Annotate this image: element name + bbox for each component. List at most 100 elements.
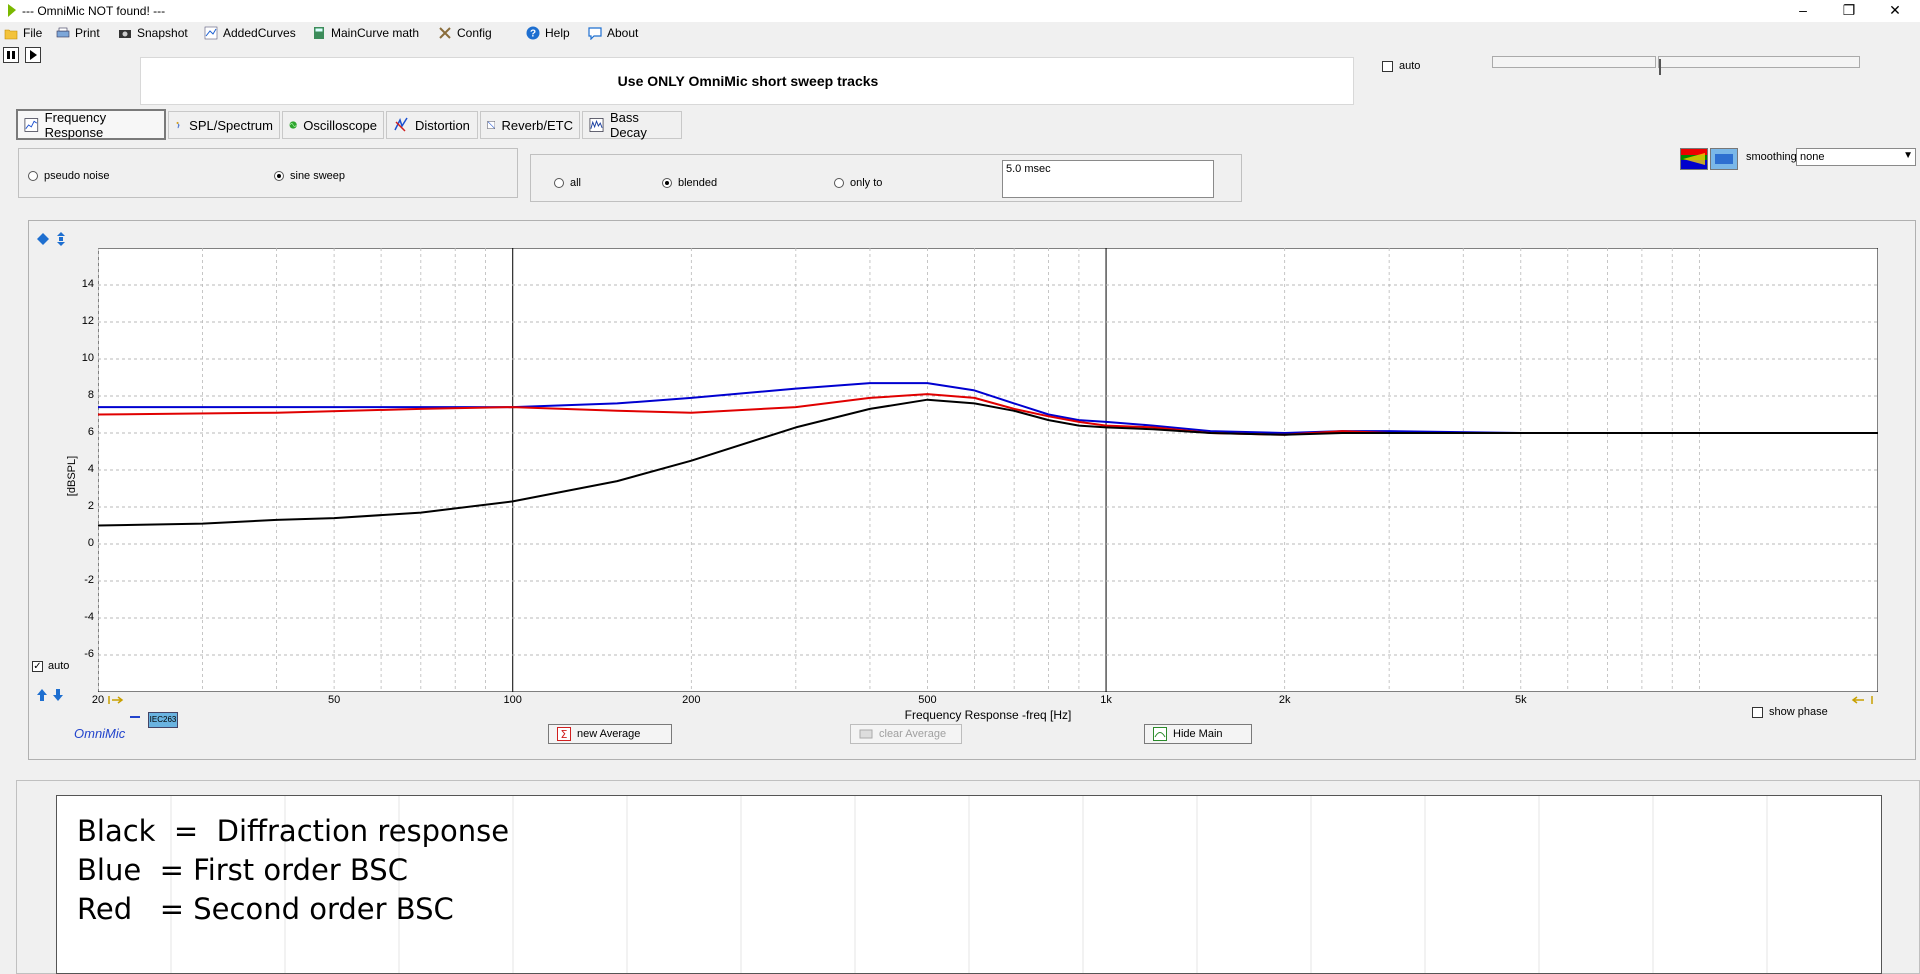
clear-average-button[interactable]: clear Average [850, 724, 962, 744]
radio-circle[interactable] [554, 178, 564, 188]
camera-icon [119, 30, 131, 38]
note-line-red: Red = Second order BSC [77, 892, 454, 926]
radio-circle-selected[interactable] [662, 178, 672, 188]
window-title: --- OmniMic NOT found! --- [22, 4, 166, 18]
gating-blended-radio[interactable]: blended [662, 177, 717, 189]
tab-frequency-response[interactable]: Frequency Response [16, 109, 166, 140]
pseudo-noise-radio[interactable]: pseudo noise [28, 170, 109, 182]
x-pan-left-control[interactable] [108, 694, 128, 709]
pause-icon [7, 51, 15, 59]
x-pan-right-control[interactable] [1850, 694, 1876, 709]
rainbow-icon [1683, 153, 1705, 165]
close-icon[interactable]: ✕ [1872, 0, 1918, 22]
overlay-button[interactable] [1710, 148, 1738, 170]
help-icon: ? [526, 26, 540, 40]
tab-spl-spectrum[interactable]: SPL/Spectrum [168, 111, 280, 139]
svg-text:Σ: Σ [561, 728, 568, 741]
x-tick-label: 5k [1514, 694, 1527, 706]
gating-only-to-label: only to [850, 177, 883, 189]
graph-auto-checkbox[interactable]: ✓ [32, 660, 43, 672]
zoom-horizontal-icon[interactable] [36, 232, 50, 246]
graph-auto-checkbox-row[interactable]: ✓ auto [32, 660, 69, 672]
menu-file[interactable]: File [4, 24, 42, 42]
restore-icon[interactable]: ❐ [1826, 0, 1872, 22]
radio-circle-selected[interactable] [274, 171, 284, 181]
printer-icon [56, 27, 70, 38]
button-label: clear Average [879, 728, 947, 740]
gate-time-input[interactable]: 5.0 msec [1002, 160, 1214, 198]
tab-label: Distortion [415, 117, 470, 133]
frequency-response-chart[interactable] [98, 248, 1878, 692]
folder-icon [4, 29, 18, 40]
x-tick-label: 2k [1278, 694, 1291, 706]
color-palette-button[interactable] [1680, 148, 1708, 170]
sine-sweep-radio[interactable]: sine sweep [274, 170, 345, 182]
radio-circle[interactable] [28, 171, 38, 181]
menu-label: Help [545, 26, 570, 40]
sine-sweep-label: sine sweep [290, 170, 346, 182]
top-auto-checkbox[interactable] [1382, 60, 1393, 72]
top-auto-checkbox-row[interactable]: auto [1382, 60, 1420, 72]
menu-maincurve-math[interactable]: MainCurve math [312, 24, 419, 42]
tab-label: Bass Decay [610, 110, 647, 140]
menu-snapshot[interactable]: Snapshot [118, 24, 188, 42]
gating-all-radio[interactable]: all [554, 177, 581, 189]
frequency-response-icon [24, 117, 39, 132]
menu-help[interactable]: ? Help [526, 24, 570, 42]
show-phase-checkbox[interactable] [1752, 706, 1763, 718]
y-tick-label: 6 [87, 426, 94, 438]
tab-oscilloscope[interactable]: Oscilloscope [282, 111, 384, 139]
arrow-up-icon[interactable] [36, 688, 48, 702]
y-tick-label: -6 [84, 648, 94, 660]
tab-distortion[interactable]: Distortion [386, 111, 478, 139]
y-axis-label-wrap: [dBSPL] [62, 456, 86, 496]
radio-circle[interactable] [834, 178, 844, 188]
menu-about[interactable]: About [588, 24, 638, 42]
header-banner: Use ONLY OmniMic short sweep tracks [140, 57, 1354, 105]
tab-label: Oscilloscope [303, 117, 377, 133]
y-tick-label: 12 [81, 315, 94, 327]
speech-bubble-icon [588, 27, 602, 40]
tab-reverb-etc[interactable]: Reverb/ETC [480, 111, 580, 139]
chevron-down-icon: ▼ [1903, 150, 1913, 161]
tab-label: SPL/Spectrum [189, 117, 273, 133]
x-axis-label: Frequency Response -freq [Hz] [904, 708, 1072, 722]
graph-zoom-controls [36, 232, 68, 246]
top-auto-label: auto [1399, 60, 1421, 72]
svg-text:?: ? [530, 29, 536, 40]
zoom-vertical-icon[interactable] [54, 232, 68, 246]
y-scroll-controls [36, 688, 64, 702]
menu-config[interactable]: Config [438, 24, 492, 42]
level-slider-right[interactable] [1658, 56, 1860, 75]
smoothing-select[interactable]: none ▼ [1796, 148, 1916, 166]
distortion-icon [394, 117, 408, 132]
gating-only-to-radio[interactable]: only to [834, 177, 882, 189]
tab-bass-decay[interactable]: Bass Decay [582, 110, 682, 140]
oscilloscope-icon [289, 121, 297, 129]
spl-meter-icon [176, 121, 180, 129]
menu-addedcurves[interactable]: AddedCurves [204, 24, 296, 42]
minimize-icon[interactable]: – [1780, 0, 1826, 22]
notes-text-area[interactable]: Black = Diffraction response Blue = Firs… [56, 795, 1882, 974]
hide-main-button[interactable]: Hide Main [1144, 724, 1252, 744]
pause-button[interactable] [3, 47, 19, 63]
pseudo-noise-label: pseudo noise [44, 170, 110, 182]
omnimic-label: OmniMic [74, 726, 126, 741]
x-tick-label: 500 [918, 694, 937, 706]
bass-decay-icon [589, 118, 604, 132]
new-average-button[interactable]: Σ new Average [548, 724, 672, 744]
menu-label: AddedCurves [223, 26, 296, 40]
play-button[interactable] [25, 47, 41, 63]
slider-thumb[interactable] [1659, 59, 1661, 75]
arrow-down-icon[interactable] [52, 688, 64, 702]
x-tick-label: 100 [503, 694, 522, 706]
calibration-badge[interactable]: IEC263 [148, 712, 178, 728]
x-tick-label: 1k [1100, 694, 1112, 706]
app-icon [8, 4, 16, 17]
level-slider-left[interactable] [1492, 56, 1656, 68]
tab-label: Frequency Response [44, 109, 107, 140]
show-phase-checkbox-row[interactable]: show phase [1752, 706, 1828, 718]
pan-right-icon [1851, 696, 1873, 704]
menu-print[interactable]: Print [56, 24, 100, 42]
menu-label: Print [75, 26, 100, 40]
